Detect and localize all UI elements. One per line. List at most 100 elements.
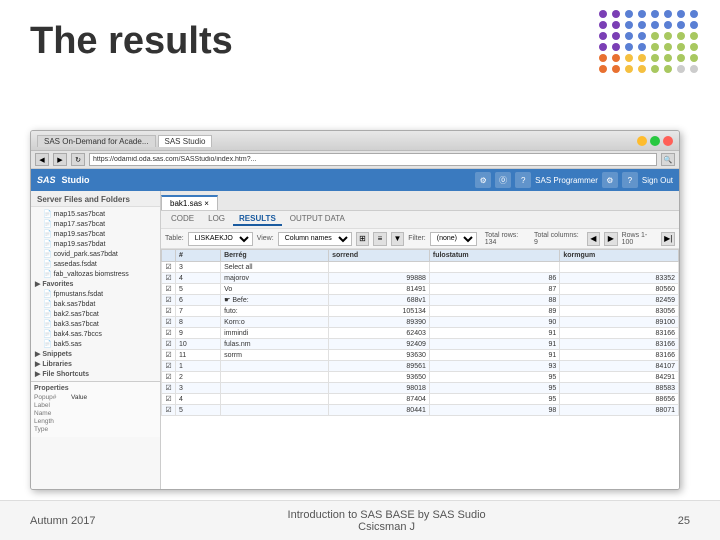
back-btn[interactable]: ◀: [35, 153, 49, 166]
window-controls: [637, 136, 673, 146]
table-row[interactable]: ☑9immindi624039183166: [162, 328, 679, 339]
decorative-dot: [612, 21, 620, 29]
table-cell: 5: [176, 405, 221, 416]
tree-item[interactable]: 📄 bak4.sas.7bccs: [33, 329, 158, 339]
table-cell: 7: [176, 306, 221, 317]
close-btn[interactable]: [663, 136, 673, 146]
view-select[interactable]: Column names: [278, 232, 352, 246]
filter-select[interactable]: (none): [430, 232, 477, 246]
table-row[interactable]: ☑5804419888071: [162, 405, 679, 416]
tree-item[interactable]: 📄 bak.sas7bdat: [33, 299, 158, 309]
sub-tab-log[interactable]: LOG: [202, 213, 231, 226]
tree-item[interactable]: ▶ Favorites: [33, 279, 158, 289]
decorative-dot: [651, 32, 659, 40]
table-row[interactable]: ☑3980189588583: [162, 383, 679, 394]
tree-item[interactable]: 📄 fab_valtozas biomstress: [33, 269, 158, 279]
signout-label[interactable]: Sign Out: [642, 176, 673, 185]
table-cell: 84107: [560, 361, 679, 372]
table-header-0[interactable]: [162, 250, 176, 262]
tree-item[interactable]: ▶ Libraries: [33, 359, 158, 369]
content-tab-bak1[interactable]: bak1.sas ×: [161, 195, 218, 210]
table-row[interactable]: ☑10fulas.nm924099183166: [162, 339, 679, 350]
table-select[interactable]: LISKAEKJO: [188, 232, 253, 246]
sas-logo: SAS: [37, 175, 56, 185]
tree-item[interactable]: 📄 bak5.sas: [33, 339, 158, 349]
decorative-dot: [651, 54, 659, 62]
tree-item[interactable]: 📄 map19.sas7bdat: [33, 239, 158, 249]
browser-tabs[interactable]: SAS On-Demand for Acade... SAS Studio: [37, 135, 212, 147]
maximize-btn[interactable]: [650, 136, 660, 146]
sub-tab-output data[interactable]: OUTPUT DATA: [284, 213, 351, 226]
col-btn-2[interactable]: ≡: [373, 232, 387, 246]
data-table-container[interactable]: #Berrégsorrendfulostatumkormgum☑3Select …: [161, 249, 679, 489]
decorative-dot: [690, 10, 698, 18]
decorative-dot: [677, 21, 685, 29]
table-row[interactable]: ☑1895619384107: [162, 361, 679, 372]
col-btn-3[interactable]: ▼: [391, 232, 405, 246]
table-cell: ☑: [162, 295, 176, 306]
prev-btn[interactable]: ◀: [587, 232, 601, 246]
tree-item[interactable]: ▶ File Shortcuts: [33, 369, 158, 379]
sub-tabs[interactable]: CODELOGRESULTSOUTPUT DATA: [161, 211, 679, 229]
table-row[interactable]: ☑4874049588656: [162, 394, 679, 405]
tree-item[interactable]: 📄 map19.sas7bcat: [33, 229, 158, 239]
table-row[interactable]: ☑11sorrm936309183166: [162, 350, 679, 361]
tree-item[interactable]: 📄 bak2.sas7bcat: [33, 309, 158, 319]
table-cell: Select all: [221, 262, 329, 273]
last-btn[interactable]: ▶|: [661, 232, 675, 246]
table-header-4[interactable]: fulostatum: [429, 250, 559, 262]
decorative-dot: [638, 65, 646, 73]
table-row[interactable]: ☑5Vo814918780560: [162, 284, 679, 295]
tree-item[interactable]: 📄 map17.sas7bcat: [33, 219, 158, 229]
table-cell: 4: [176, 394, 221, 405]
props-key: Type: [34, 426, 69, 433]
table-row[interactable]: ☑3Select all: [162, 262, 679, 273]
toolbar-icon-3[interactable]: ?: [515, 172, 531, 188]
table-cell: 6: [176, 295, 221, 306]
next-btn[interactable]: ▶: [604, 232, 618, 246]
toolbar-icon-2[interactable]: ⓪: [495, 172, 511, 188]
address-input[interactable]: [89, 153, 657, 166]
refresh-btn[interactable]: ↻: [71, 153, 85, 166]
tree-item[interactable]: 📄 fpmustans.fsdat: [33, 289, 158, 299]
total-cols-info: Total columns: 9: [534, 232, 583, 246]
table-row[interactable]: ☑6☛ Befe:688v18882459: [162, 295, 679, 306]
tree-item[interactable]: 📄 sasedas.fsdat: [33, 259, 158, 269]
decorative-dot: [625, 43, 633, 51]
forward-btn[interactable]: ▶: [53, 153, 67, 166]
table-cell: ☑: [162, 383, 176, 394]
decorative-dot: [664, 21, 672, 29]
decorative-dot: [625, 65, 633, 73]
tree-item[interactable]: ▶ Snippets: [33, 349, 158, 359]
settings-icon[interactable]: ⚙: [602, 172, 618, 188]
minimize-btn[interactable]: [637, 136, 647, 146]
decorative-dot: [690, 54, 698, 62]
sub-tab-code[interactable]: CODE: [165, 213, 200, 226]
table-cell: 11: [176, 350, 221, 361]
help-icon[interactable]: ?: [622, 172, 638, 188]
search-btn[interactable]: 🔍: [661, 153, 675, 166]
table-cell: [429, 262, 559, 273]
table-header-5[interactable]: kormgum: [560, 250, 679, 262]
toolbar-icon-1[interactable]: ⚙: [475, 172, 491, 188]
tree-item[interactable]: 📄 bak3.sas7bcat: [33, 319, 158, 329]
decorative-dot: [612, 32, 620, 40]
decorative-dot: [599, 10, 607, 18]
table-row[interactable]: ☑4majorov998888683352: [162, 273, 679, 284]
table-row[interactable]: ☑8Korn:o893909089100: [162, 317, 679, 328]
browser-tab-1[interactable]: SAS On-Demand for Acade...: [37, 135, 156, 147]
content-tabs[interactable]: bak1.sas ×: [161, 191, 679, 211]
sub-tab-results[interactable]: RESULTS: [233, 213, 282, 226]
table-header-1[interactable]: #: [176, 250, 221, 262]
table-header-3[interactable]: sorrend: [329, 250, 430, 262]
col-btn-1[interactable]: ⊞: [356, 232, 370, 246]
table-cell: ☑: [162, 328, 176, 339]
user-label: SAS Programmer: [535, 176, 598, 185]
browser-tab-2[interactable]: SAS Studio: [158, 135, 213, 147]
tree-item[interactable]: 📄 map15.sas7bcat: [33, 209, 158, 219]
props-key: Popup#: [34, 394, 69, 401]
tree-item[interactable]: 📄 covid_park.sas7bdat: [33, 249, 158, 259]
table-row[interactable]: ☑7futo:1051348983056: [162, 306, 679, 317]
table-row[interactable]: ☑2936509584291: [162, 372, 679, 383]
table-header-2[interactable]: Berrég: [221, 250, 329, 262]
